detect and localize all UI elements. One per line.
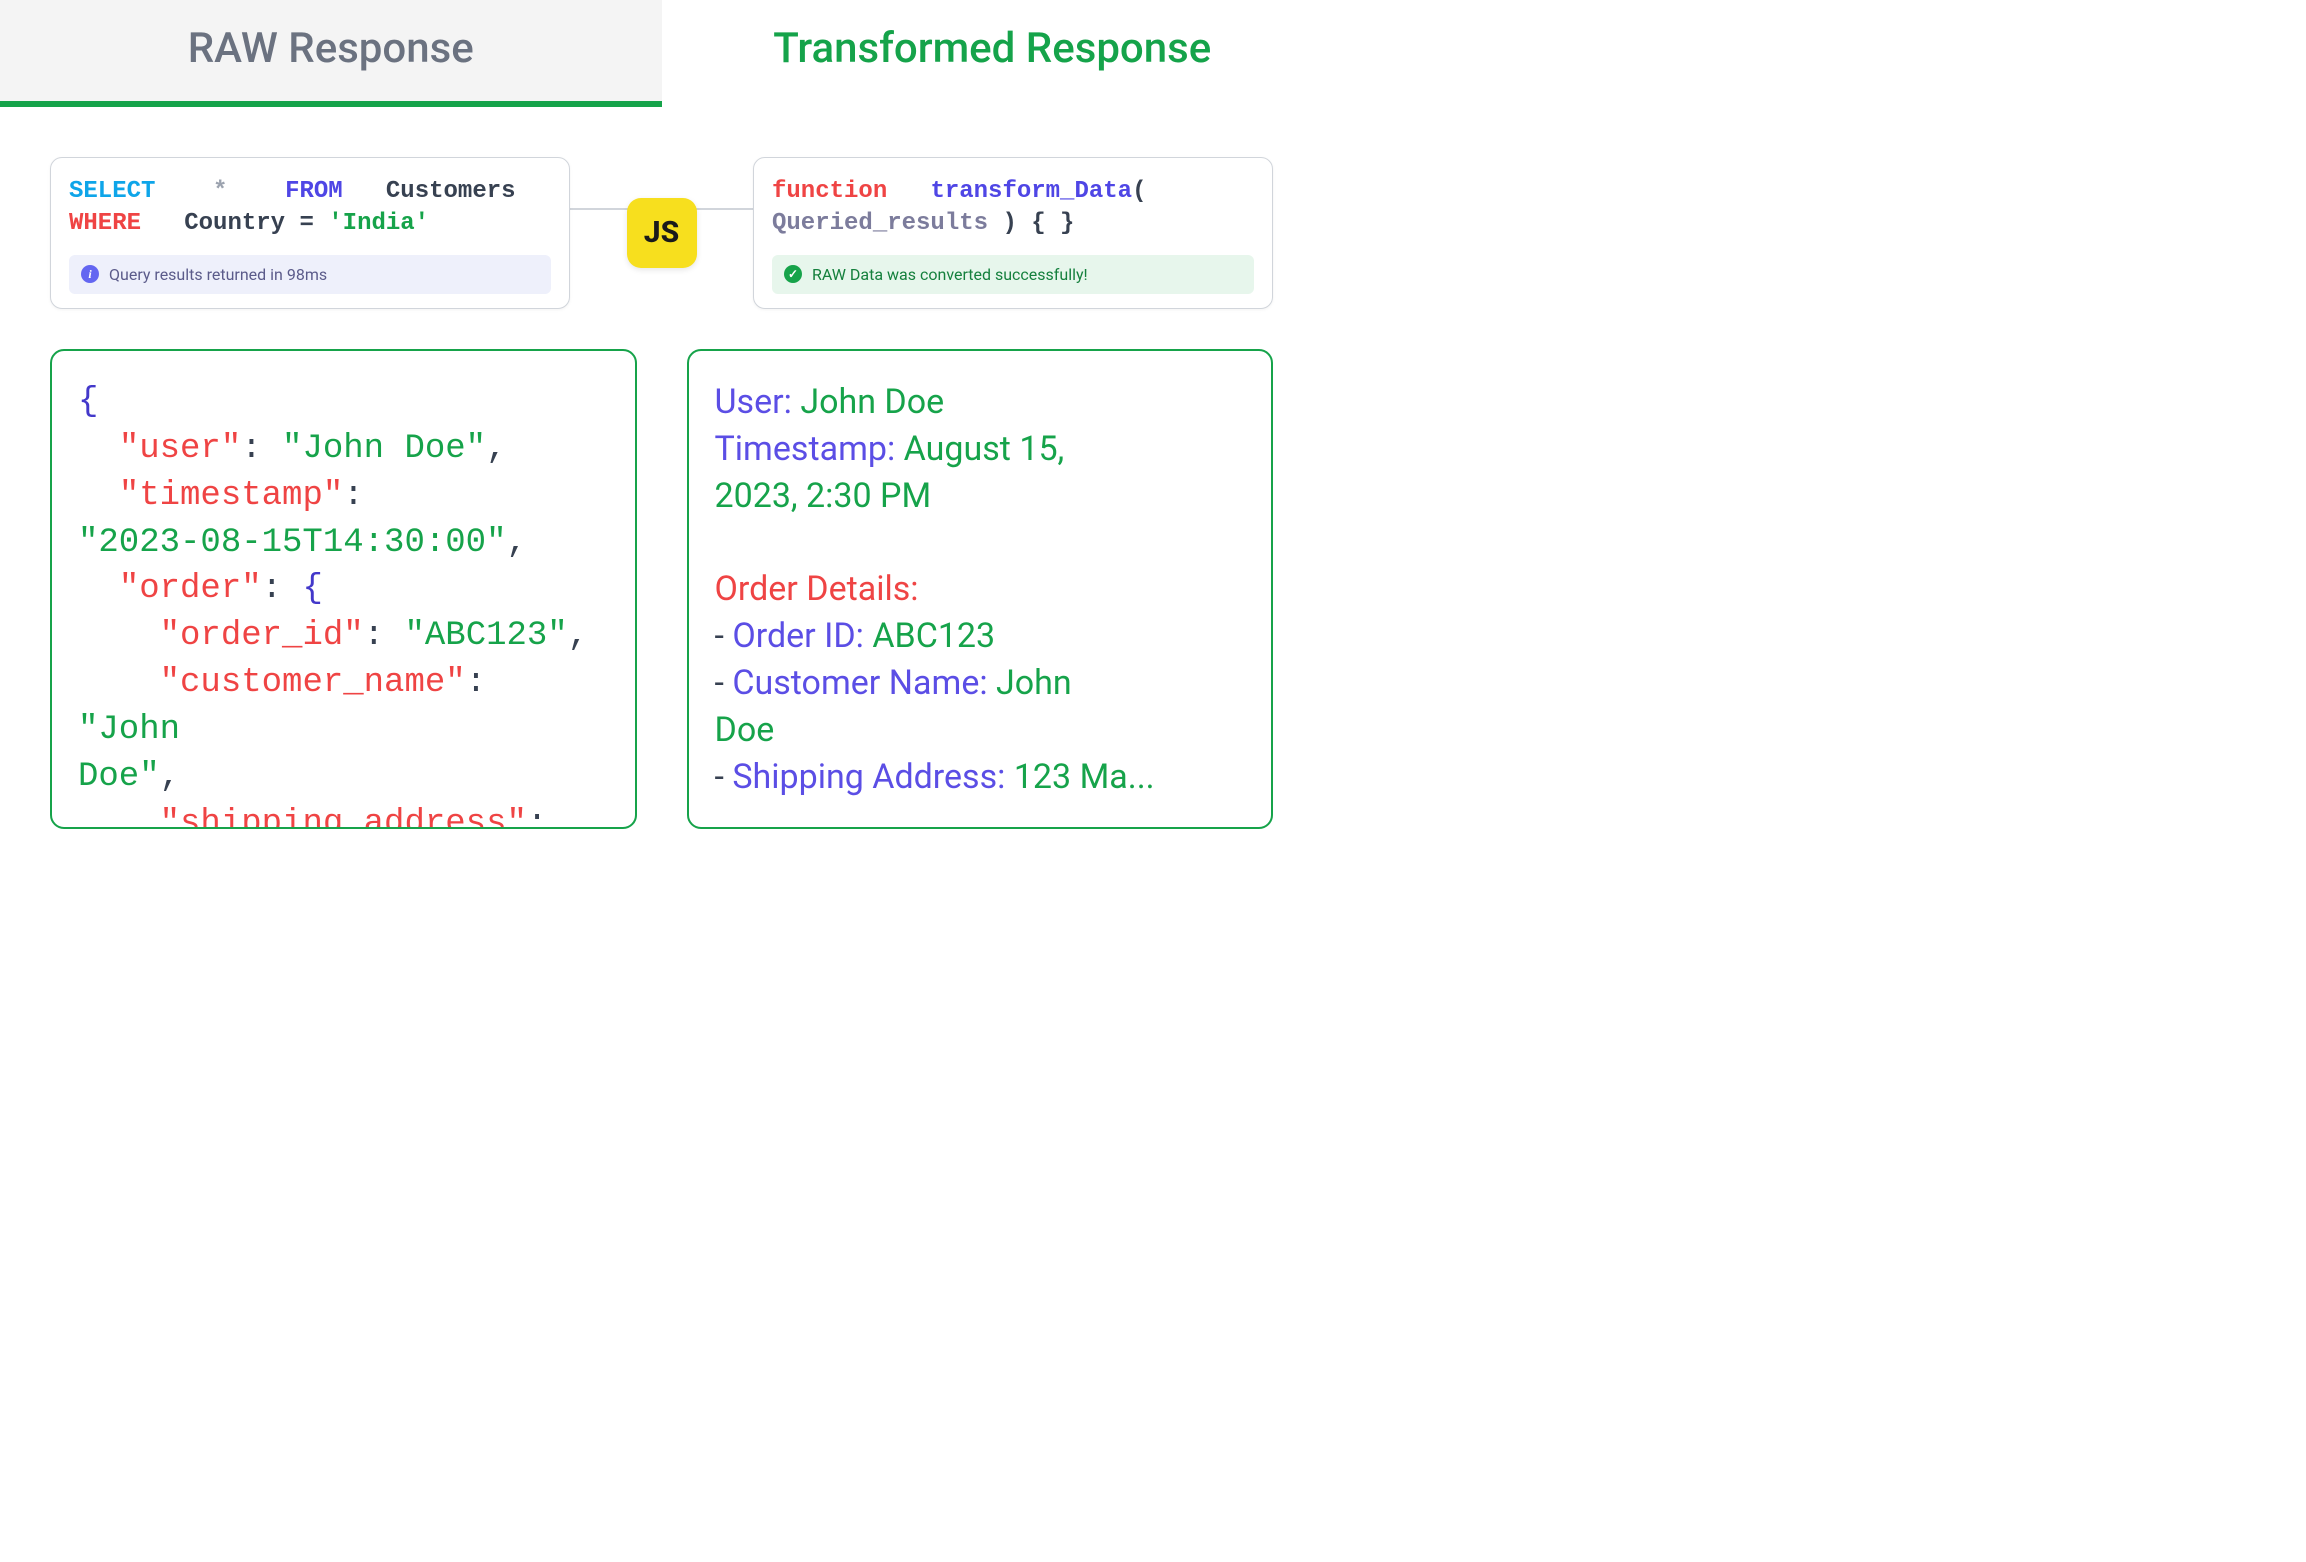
dash: - bbox=[715, 616, 733, 656]
func-open: ( bbox=[1132, 178, 1146, 205]
t-user-value: John Doe bbox=[800, 382, 944, 422]
json-val-timestamp: "2023-08-15T14:30:00" bbox=[78, 524, 506, 562]
tab-transformed-response[interactable]: Transformed Response bbox=[662, 0, 1324, 107]
t-ts-value-a: August 15, bbox=[904, 429, 1065, 469]
json-indent bbox=[78, 805, 160, 829]
panels-row: { "user": "John Doe", "timestamp": "2023… bbox=[0, 309, 1323, 829]
t-cn-label: Customer Name: bbox=[732, 663, 996, 703]
transformed-panel: User: John Doe Timestamp: August 15, 202… bbox=[687, 349, 1274, 829]
json-indent bbox=[78, 570, 119, 608]
json-key-orderid: "order_id" bbox=[160, 617, 364, 655]
t-order-header: Order Details: bbox=[715, 569, 919, 609]
dash: - bbox=[715, 757, 733, 797]
json-indent bbox=[78, 477, 119, 515]
dash: - bbox=[715, 663, 733, 703]
json-indent bbox=[78, 664, 160, 702]
json-colon: : bbox=[527, 805, 547, 829]
sql-where: WHERE bbox=[69, 210, 141, 237]
js-badge: JS bbox=[627, 198, 697, 268]
json-indent bbox=[78, 617, 160, 655]
sql-status-text: Query results returned in 98ms bbox=[109, 265, 327, 284]
json-colon: : bbox=[343, 477, 363, 515]
json-key-shipping: "shipping_address" bbox=[160, 805, 527, 829]
header-row: RAW Response Transformed Response bbox=[0, 0, 1323, 107]
sql-status-bar: i Query results returned in 98ms bbox=[69, 255, 551, 294]
json-indent bbox=[78, 430, 119, 468]
raw-json-panel: { "user": "John Doe", "timestamp": "2023… bbox=[50, 349, 637, 829]
sql-clause-value: 'India' bbox=[328, 210, 429, 237]
func-param: Queried_results bbox=[772, 210, 1002, 237]
json-key-order: "order" bbox=[119, 570, 262, 608]
json-colon: : bbox=[364, 617, 405, 655]
json-open: { bbox=[78, 383, 98, 421]
func-keyword: function bbox=[772, 178, 887, 205]
json-val-customer-a: "John bbox=[78, 711, 180, 749]
t-ts-label: Timestamp: bbox=[715, 429, 904, 469]
sql-from: FROM bbox=[285, 178, 343, 205]
tab-raw-response[interactable]: RAW Response bbox=[0, 0, 662, 107]
json-colon: : bbox=[241, 430, 282, 468]
t-ship-label: Shipping Address: bbox=[732, 757, 1013, 797]
json-key-customer: "customer_name" bbox=[160, 664, 466, 702]
t-cn-value-b: Doe bbox=[715, 710, 775, 750]
t-ship-value: 123 Ma... bbox=[1014, 757, 1155, 797]
json-key-user: "user" bbox=[119, 430, 241, 468]
func-status-bar: ✓ RAW Data was converted successfully! bbox=[772, 255, 1254, 294]
json-comma: , bbox=[568, 617, 588, 655]
function-card: function transform_Data( Queried_results… bbox=[753, 157, 1273, 309]
json-comma: , bbox=[160, 758, 180, 796]
sql-table: Customers bbox=[386, 178, 516, 205]
t-oid-label: Order ID: bbox=[732, 616, 872, 656]
cards-row: SELECT * FROM Customers WHERE Country = … bbox=[0, 107, 1323, 309]
check-icon: ✓ bbox=[784, 265, 802, 283]
t-oid-value: ABC123 bbox=[872, 616, 995, 656]
sql-star: * bbox=[213, 178, 227, 205]
t-cn-value-a: John bbox=[996, 663, 1072, 703]
function-code: function transform_Data( Queried_results… bbox=[772, 176, 1254, 241]
sql-query-card: SELECT * FROM Customers WHERE Country = … bbox=[50, 157, 570, 309]
json-val-orderid: "ABC123" bbox=[404, 617, 567, 655]
json-colon: : bbox=[262, 570, 303, 608]
sql-select: SELECT bbox=[69, 178, 155, 205]
json-val-user: "John Doe" bbox=[282, 430, 486, 468]
json-comma: , bbox=[506, 524, 526, 562]
func-status-text: RAW Data was converted successfully! bbox=[812, 265, 1088, 284]
json-key-timestamp: "timestamp" bbox=[119, 477, 343, 515]
info-icon: i bbox=[81, 265, 99, 283]
json-open-nested: { bbox=[302, 570, 322, 608]
json-comma: , bbox=[486, 430, 506, 468]
func-close: ) { } bbox=[1002, 210, 1074, 237]
sql-clause-prefix: Country = bbox=[184, 210, 328, 237]
json-val-customer-b: Doe" bbox=[78, 758, 160, 796]
t-ts-value-b: 2023, 2:30 PM bbox=[715, 476, 932, 516]
t-user-label: User: bbox=[715, 382, 801, 422]
sql-code: SELECT * FROM Customers WHERE Country = … bbox=[69, 176, 551, 241]
json-colon: : bbox=[466, 664, 486, 702]
func-name: transform_Data bbox=[930, 178, 1132, 205]
